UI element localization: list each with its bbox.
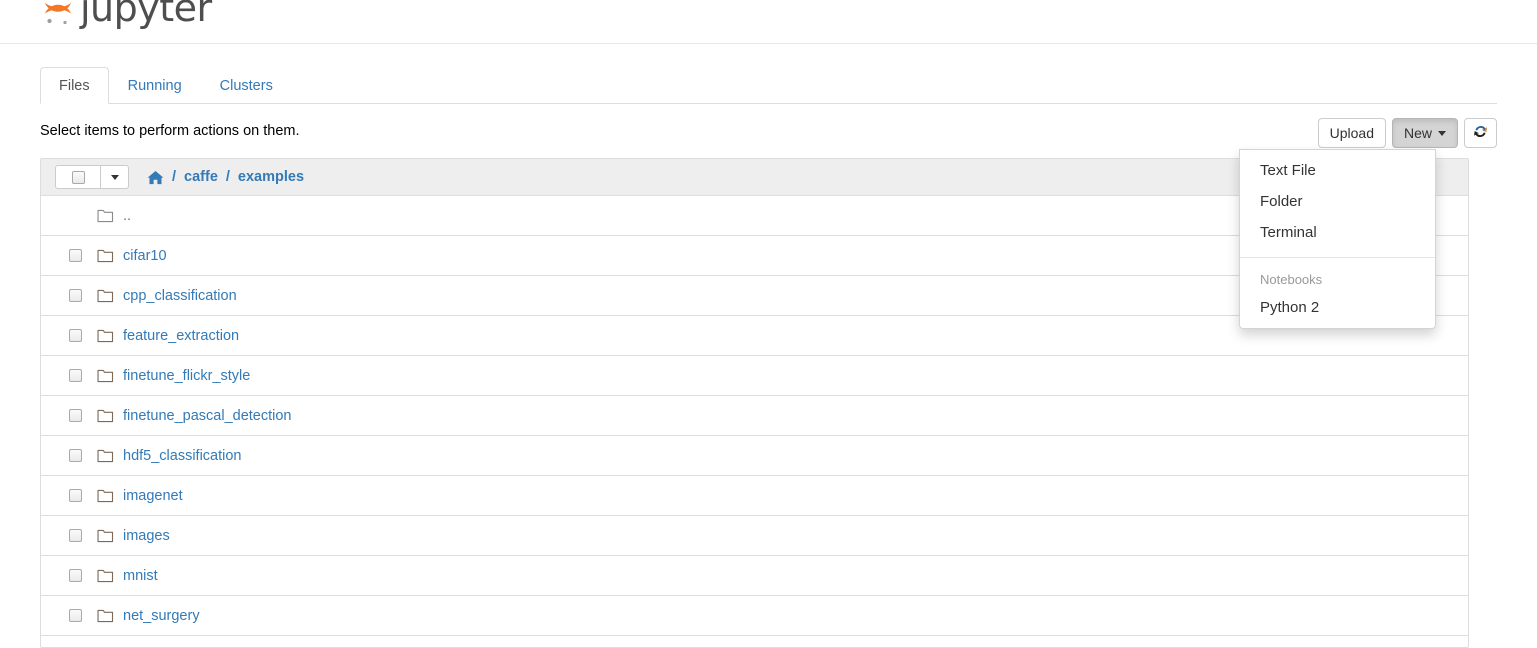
menu-item-text-file[interactable]: Text File — [1240, 155, 1435, 186]
jupyter-logo-link[interactable]: jupyter — [40, 0, 212, 30]
breadcrumb-crumb-examples[interactable]: examples — [238, 169, 304, 185]
jupyter-logo-text: jupyter — [80, 0, 212, 30]
row-checkbox[interactable] — [69, 569, 82, 582]
upload-button[interactable]: Upload — [1317, 118, 1386, 148]
file-row: imagenet — [41, 476, 1468, 516]
select-items-hint: Select items to perform actions on them. — [40, 123, 300, 139]
folder-icon — [97, 249, 123, 263]
home-icon — [147, 170, 164, 185]
row-checkbox-slot[interactable] — [69, 489, 97, 502]
select-all-group — [55, 165, 129, 189]
file-item-link[interactable]: finetune_pascal_detection — [123, 406, 292, 426]
row-checkbox-slot[interactable] — [69, 409, 97, 422]
menu-divider — [1240, 257, 1435, 258]
folder-icon — [97, 609, 123, 623]
folder-icon — [97, 369, 123, 383]
file-item-link[interactable]: cpp_classification — [123, 286, 237, 306]
breadcrumb-crumb-caffe[interactable]: caffe — [184, 169, 218, 185]
row-checkbox[interactable] — [69, 329, 82, 342]
file-item-link[interactable]: cifar10 — [123, 246, 167, 266]
folder-icon — [97, 489, 123, 503]
new-button[interactable]: New — [1391, 118, 1458, 148]
file-row: net_surgery — [41, 596, 1468, 636]
new-button-label: New — [1403, 125, 1432, 141]
folder-icon — [97, 289, 123, 303]
file-row — [41, 636, 1468, 647]
row-checkbox[interactable] — [69, 369, 82, 382]
row-checkbox[interactable] — [69, 249, 82, 262]
site-header: jupyter — [0, 0, 1537, 44]
file-row: mnist — [41, 556, 1468, 596]
chevron-down-icon — [110, 174, 119, 180]
row-checkbox-slot[interactable] — [69, 569, 97, 582]
file-item-link[interactable]: .. — [123, 206, 131, 226]
chevron-down-icon — [1438, 130, 1446, 136]
folder-icon — [97, 569, 123, 583]
file-item-link[interactable]: imagenet — [123, 486, 183, 506]
refresh-button[interactable] — [1464, 118, 1497, 148]
refresh-icon — [1473, 124, 1488, 143]
file-item-link[interactable]: feature_extraction — [123, 326, 239, 346]
jupyter-logo-icon — [40, 0, 78, 30]
file-item-link[interactable]: hdf5_classification — [123, 446, 242, 466]
action-buttons: Upload New — [1317, 118, 1497, 148]
breadcrumb-separator-2: / — [225, 169, 230, 185]
menu-item-folder[interactable]: Folder — [1240, 186, 1435, 217]
folder-icon — [97, 529, 123, 543]
checkbox-icon — [71, 170, 85, 184]
file-row: finetune_flickr_style — [41, 356, 1468, 396]
file-item-link[interactable]: net_surgery — [123, 606, 200, 626]
tab-files[interactable]: Files — [40, 67, 109, 104]
action-bar: Select items to perform actions on them.… — [40, 118, 1497, 148]
file-item-link[interactable]: mnist — [123, 566, 158, 586]
file-row: finetune_pascal_detection — [41, 396, 1468, 436]
tab-running[interactable]: Running — [109, 67, 201, 104]
folder-icon — [97, 209, 123, 223]
folder-icon — [97, 329, 123, 343]
row-checkbox-slot[interactable] — [69, 609, 97, 622]
file-item-link[interactable]: finetune_flickr_style — [123, 366, 250, 386]
row-checkbox[interactable] — [69, 409, 82, 422]
breadcrumb-separator-1: / — [172, 169, 177, 185]
folder-icon — [97, 409, 123, 423]
menu-item-python-2[interactable]: Python 2 — [1240, 292, 1435, 323]
row-checkbox[interactable] — [69, 449, 82, 462]
row-checkbox-slot[interactable] — [69, 529, 97, 542]
row-checkbox-slot[interactable] — [69, 289, 97, 302]
row-checkbox-slot[interactable] — [69, 369, 97, 382]
row-checkbox[interactable] — [69, 289, 82, 302]
main-tabs: Files Running Clusters — [40, 67, 1497, 104]
row-checkbox[interactable] — [69, 609, 82, 622]
new-dropdown-menu: Text File Folder Terminal Notebooks Pyth… — [1239, 149, 1436, 329]
file-row: hdf5_classification — [41, 436, 1468, 476]
menu-item-terminal[interactable]: Terminal — [1240, 217, 1435, 248]
breadcrumb: / caffe / examples — [147, 169, 304, 185]
row-checkbox-slot[interactable] — [69, 449, 97, 462]
tab-clusters[interactable]: Clusters — [201, 67, 292, 104]
folder-icon — [97, 449, 123, 463]
row-checkbox[interactable] — [69, 529, 82, 542]
select-all-dropdown-button[interactable] — [101, 165, 129, 189]
file-item-link[interactable]: images — [123, 526, 170, 546]
row-checkbox-slot[interactable] — [69, 329, 97, 342]
row-checkbox-slot[interactable] — [69, 249, 97, 262]
row-checkbox[interactable] — [69, 489, 82, 502]
file-row: images — [41, 516, 1468, 556]
breadcrumb-home-link[interactable] — [147, 170, 164, 185]
select-all-checkbox[interactable] — [55, 165, 101, 189]
menu-header-notebooks: Notebooks — [1260, 272, 1323, 287]
